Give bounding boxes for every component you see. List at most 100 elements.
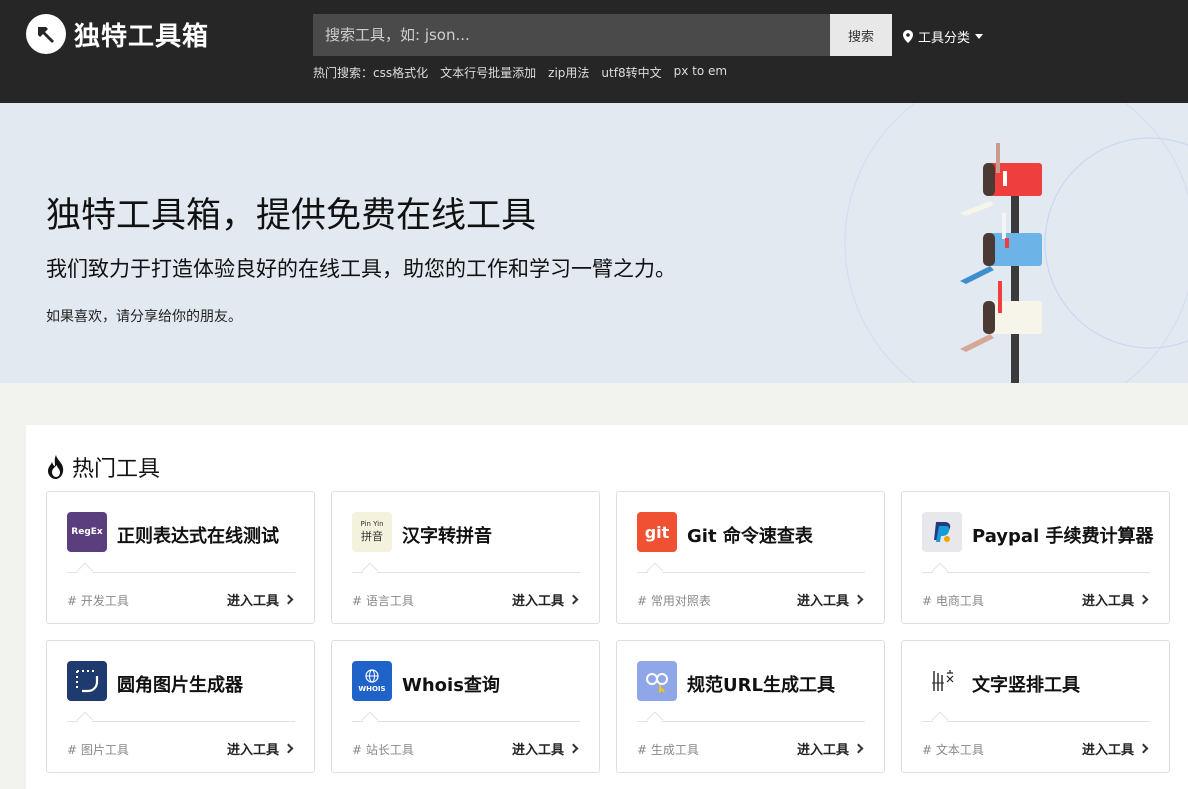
- enter-tool-link[interactable]: 进入工具: [1081, 590, 1149, 609]
- top-header: 独特工具箱 搜索 工具分类 热门搜索： css格式化 文本行号批量添加 zip用…: [0, 0, 1188, 103]
- hot-search-item[interactable]: 文本行号批量添加: [440, 64, 536, 81]
- tool-name: 汉字转拼音: [402, 526, 492, 547]
- chevron-right-icon: [568, 594, 579, 605]
- git-icon-text: git: [644, 522, 670, 542]
- tool-tag[interactable]: # 文本工具: [922, 741, 984, 758]
- rounded-corner-icon: [67, 661, 107, 701]
- pinyin-icon: Pin Yin 拼音: [352, 512, 392, 552]
- tool-tag[interactable]: # 常用对照表: [637, 592, 711, 609]
- hero-title: 独特工具箱，提供免费在线工具: [46, 196, 537, 236]
- divider: [637, 572, 865, 573]
- enter-tool-link[interactable]: 进入工具: [511, 739, 579, 758]
- divider: [67, 721, 295, 722]
- fire-icon: [48, 455, 64, 479]
- divider-notch: [931, 711, 949, 729]
- enter-tool-label: 进入工具: [1081, 743, 1134, 758]
- search-bar: 搜索: [313, 14, 892, 56]
- tool-name: Git 命令速查表: [687, 526, 813, 547]
- tool-tag[interactable]: # 生成工具: [637, 741, 699, 758]
- divider: [922, 572, 1150, 573]
- chevron-right-icon: [1138, 743, 1149, 754]
- tool-name: 规范URL生成工具: [687, 675, 835, 696]
- site-logo[interactable]: 独特工具箱: [26, 14, 209, 54]
- chevron-right-icon: [1138, 594, 1149, 605]
- vertical-text-icon: [922, 661, 962, 701]
- chevron-right-icon: [283, 594, 294, 605]
- divider-notch: [361, 562, 379, 580]
- chevron-right-icon: [853, 594, 864, 605]
- search-button[interactable]: 搜索: [830, 14, 892, 56]
- hot-search: 热门搜索： css格式化 文本行号批量添加 zip用法 utf8转中文 px t…: [313, 64, 727, 81]
- hero-subtitle: 我们致力于打造体验良好的在线工具，助您的工作和学习一臂之力。: [46, 257, 676, 281]
- hot-search-item[interactable]: utf8转中文: [601, 64, 661, 81]
- chevron-right-icon: [853, 743, 864, 754]
- tool-card[interactable]: 规范URL生成工具 # 生成工具 进入工具: [616, 640, 885, 773]
- hot-search-item[interactable]: zip用法: [548, 64, 589, 81]
- tool-tag[interactable]: # 语言工具: [352, 592, 414, 609]
- divider-notch: [646, 562, 664, 580]
- paypal-icon: [922, 512, 962, 552]
- enter-tool-link[interactable]: 进入工具: [226, 739, 294, 758]
- enter-tool-label: 进入工具: [796, 743, 849, 758]
- search-input[interactable]: [313, 14, 830, 56]
- hero-banner: 独特工具箱，提供免费在线工具 我们致力于打造体验良好的在线工具，助您的工作和学习…: [0, 103, 1188, 383]
- hot-search-label: 热门搜索：: [313, 66, 374, 80]
- tool-tag[interactable]: # 电商工具: [922, 592, 984, 609]
- tool-card[interactable]: Pin Yin 拼音 汉字转拼音 # 语言工具 进入工具: [331, 491, 600, 624]
- divider-notch: [76, 562, 94, 580]
- enter-tool-link[interactable]: 进入工具: [796, 590, 864, 609]
- tool-card[interactable]: Paypal 手续费计算器 # 电商工具 进入工具: [901, 491, 1170, 624]
- divider-notch: [646, 711, 664, 729]
- divider: [637, 721, 865, 722]
- section-title-text: 热门工具: [72, 457, 161, 482]
- enter-tool-label: 进入工具: [511, 594, 564, 609]
- caret-down-icon: [975, 34, 984, 39]
- logo-text: 独特工具箱: [74, 21, 210, 52]
- category-label: 工具分类: [918, 31, 971, 46]
- category-dropdown[interactable]: 工具分类: [903, 27, 984, 46]
- divider-notch: [361, 711, 379, 729]
- tool-card[interactable]: WHOIS Whois查询 # 站长工具 进入工具: [331, 640, 600, 773]
- regex-icon: RegEx: [67, 512, 107, 552]
- enter-tool-link[interactable]: 进入工具: [227, 590, 294, 609]
- tool-tag[interactable]: # 图片工具: [67, 741, 129, 758]
- enter-tool-label: 进入工具: [226, 743, 279, 758]
- tool-name: 正则表达式在线测试: [117, 526, 279, 547]
- whois-icon: WHOIS: [352, 661, 392, 701]
- divider: [352, 572, 580, 573]
- chevron-right-icon: [568, 743, 579, 754]
- hot-search-item[interactable]: css格式化: [373, 64, 428, 81]
- hot-tools-panel: 热门工具 RegEx 正则表达式在线测试 # 开发工具 进入工具 Pin Yin…: [26, 425, 1188, 789]
- mailbox-illustration: [844, 103, 1188, 383]
- tool-tag[interactable]: # 站长工具: [352, 741, 414, 758]
- whois-icon-text: WHOIS: [358, 685, 386, 693]
- hammer-icon: [26, 14, 66, 54]
- chevron-right-icon: [283, 743, 294, 754]
- tool-name: 圆角图片生成器: [117, 675, 243, 696]
- pinyin-icon-text: Pin Yin: [360, 520, 384, 528]
- url-link-icon: [637, 661, 677, 701]
- enter-tool-label: 进入工具: [1081, 594, 1134, 609]
- enter-tool-label: 进入工具: [796, 594, 849, 609]
- divider-notch: [76, 711, 94, 729]
- divider: [922, 721, 1150, 722]
- tool-name: 文字竖排工具: [972, 675, 1080, 696]
- tool-card[interactable]: RegEx 正则表达式在线测试 # 开发工具 进入工具: [46, 491, 315, 624]
- tool-card[interactable]: 文字竖排工具 # 文本工具 进入工具: [901, 640, 1170, 773]
- tool-name: Whois查询: [402, 675, 500, 696]
- tool-card[interactable]: 圆角图片生成器 # 图片工具 进入工具: [46, 640, 315, 773]
- tool-tag[interactable]: # 开发工具: [67, 592, 129, 609]
- enter-tool-link[interactable]: 进入工具: [796, 739, 864, 758]
- hot-search-item[interactable]: px to em: [674, 64, 727, 81]
- tool-name: Paypal 手续费计算器: [972, 526, 1154, 547]
- tool-card[interactable]: git Git 命令速查表 # 常用对照表 进入工具: [616, 491, 885, 624]
- divider-notch: [931, 562, 949, 580]
- enter-tool-link[interactable]: 进入工具: [1081, 739, 1149, 758]
- divider: [352, 721, 580, 722]
- hero-note: 如果喜欢，请分享给你的朋友。: [46, 309, 242, 325]
- enter-tool-link[interactable]: 进入工具: [511, 590, 579, 609]
- git-icon: git: [637, 512, 677, 552]
- enter-tool-label: 进入工具: [511, 743, 564, 758]
- section-title: 热门工具: [46, 451, 160, 483]
- pinyin-icon-hanzi: 拼音: [361, 530, 383, 543]
